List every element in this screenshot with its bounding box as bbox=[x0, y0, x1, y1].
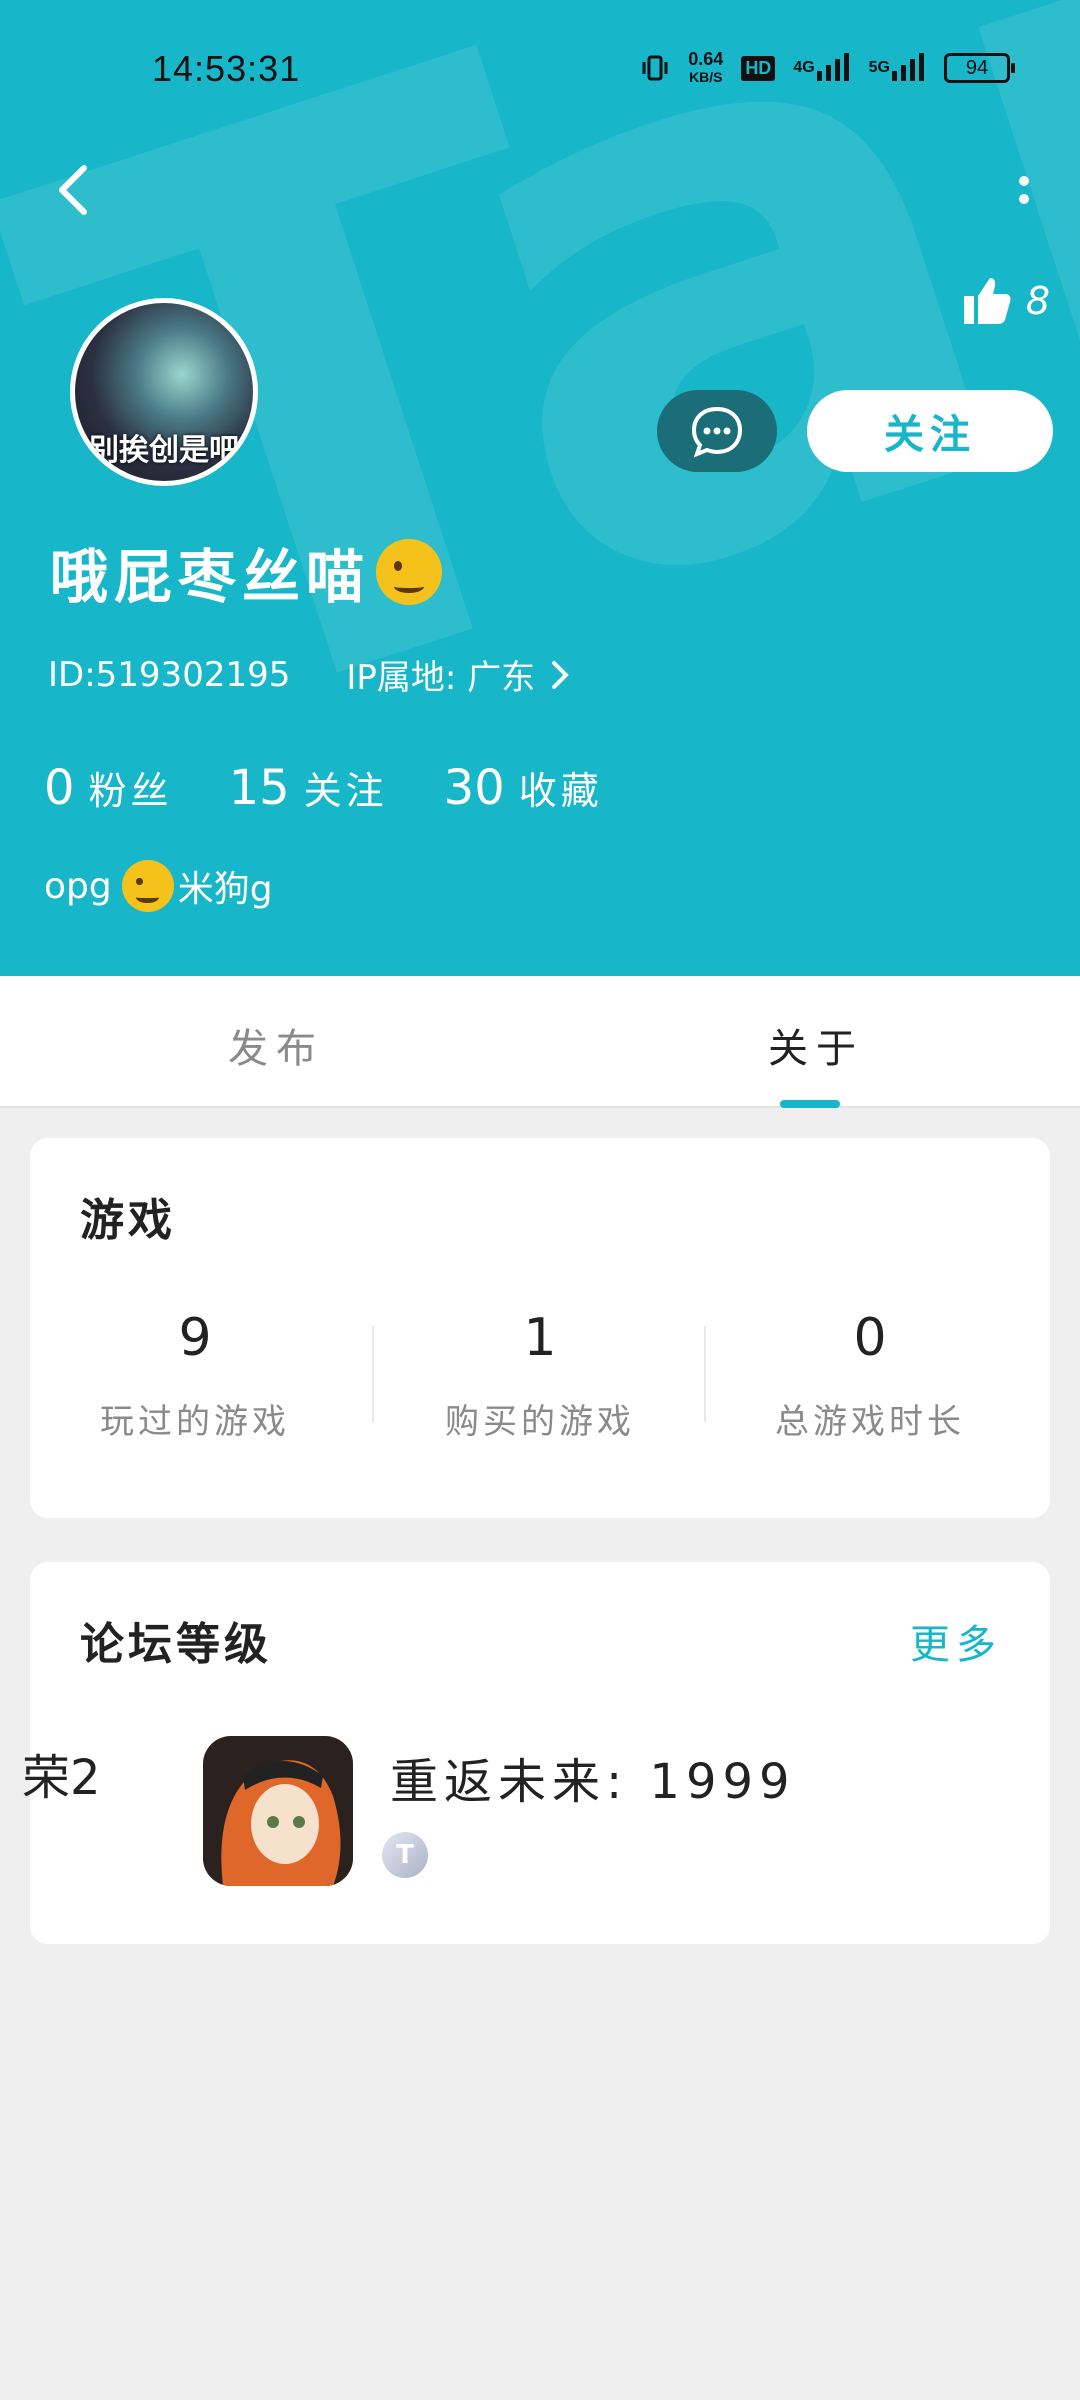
signal-4g-label: 4G bbox=[793, 59, 815, 76]
signal-5g-icon: 5G bbox=[869, 53, 926, 83]
favorites-label: 收藏 bbox=[518, 769, 603, 813]
games-card-title: 游戏 bbox=[80, 1195, 176, 1246]
total-playtime-stat[interactable]: 0 总游戏时长 bbox=[705, 1308, 1035, 1443]
battery-icon: 94 bbox=[944, 53, 1015, 83]
status-time: 14:53:31 bbox=[152, 48, 301, 89]
followers-stat[interactable]: 0 粉丝 bbox=[44, 760, 173, 816]
more-dot bbox=[1019, 194, 1029, 204]
total-playtime-label: 总游戏时长 bbox=[775, 1402, 965, 1442]
avatar-caption: 别挨创是吧 bbox=[89, 433, 239, 468]
hd-icon: HD bbox=[741, 55, 776, 81]
forum-level-card: 论坛等级 更多 荣2 重返未来: 1999 T bbox=[22, 1562, 1050, 1944]
winking-face-emoji-icon bbox=[121, 860, 174, 912]
following-count: 15 bbox=[228, 760, 290, 816]
back-button[interactable] bbox=[44, 160, 104, 220]
winking-face-emoji-icon bbox=[376, 539, 443, 605]
follow-button[interactable]: 关注 bbox=[807, 390, 1053, 472]
followers-label: 粉丝 bbox=[88, 769, 173, 813]
profile-tabs: 发布 关于 bbox=[0, 976, 1080, 1108]
likes-counter[interactable]: 8 bbox=[962, 276, 1050, 326]
following-label: 关注 bbox=[303, 769, 388, 813]
forum-more-link[interactable]: 更多 bbox=[910, 1612, 1002, 1670]
status-icons: 0.64 KB/S HD 4G 5G 94 bbox=[640, 50, 1015, 86]
purchased-games-stat[interactable]: 1 购买的游戏 bbox=[375, 1308, 705, 1443]
purchased-games-label: 购买的游戏 bbox=[445, 1402, 635, 1442]
network-speed-value: 0.64 bbox=[688, 49, 724, 69]
likes-count: 8 bbox=[1025, 279, 1050, 323]
profile-name: 哦屁枣丝喵 bbox=[50, 530, 443, 614]
profile-bio: opg 米狗g bbox=[44, 860, 273, 912]
status-bar: 14:53:31 0.64 KB/S HD 4G 5G 94 bbox=[0, 0, 1080, 140]
purchased-games-value: 1 bbox=[523, 1308, 557, 1368]
following-stat[interactable]: 15 关注 bbox=[229, 760, 388, 816]
stat-divider bbox=[372, 1326, 374, 1422]
active-tab-indicator bbox=[780, 1100, 840, 1108]
chevron-right-icon bbox=[552, 660, 569, 689]
profile-stats: 0 粉丝 15 关注 30 收藏 bbox=[44, 760, 603, 816]
games-card: 游戏 9 玩过的游戏 1 购买的游戏 0 总游戏时长 bbox=[30, 1138, 1050, 1518]
bio-suffix: 米狗g bbox=[177, 869, 273, 910]
profile-header: TapTap 14:53:31 0.64 KB/S HD 4G 5G 94 8 … bbox=[0, 0, 1080, 976]
game-app-icon[interactable] bbox=[203, 1736, 353, 1886]
user-id: ID:519302195 bbox=[48, 654, 291, 695]
network-speed-unit: KB/S bbox=[689, 69, 723, 85]
game-name[interactable]: 重返未来: 1999 bbox=[390, 1742, 796, 1812]
signal-4g-icon: 4G bbox=[793, 53, 850, 83]
ip-location-text: IP属地: 广东 bbox=[346, 658, 536, 698]
forum-card-title: 论坛等级 bbox=[80, 1619, 272, 1670]
forum-level-badge-icon: T bbox=[382, 1832, 428, 1878]
network-speed: 0.64 KB/S bbox=[688, 50, 723, 86]
thumbs-up-icon bbox=[963, 278, 1011, 324]
played-games-value: 9 bbox=[178, 1308, 212, 1368]
more-options-button[interactable] bbox=[1004, 160, 1044, 220]
vibrate-icon bbox=[640, 53, 670, 83]
chat-bubble-icon bbox=[691, 406, 743, 458]
ip-location[interactable]: IP属地: 广东 bbox=[346, 650, 569, 699]
forum-level-label: 荣2 bbox=[22, 1750, 101, 1806]
profile-name-text: 哦屁枣丝喵 bbox=[50, 543, 371, 611]
battery-level: 94 bbox=[965, 56, 989, 79]
tab-publish[interactable]: 发布 bbox=[228, 1016, 324, 1074]
tab-about[interactable]: 关于 bbox=[768, 1016, 864, 1074]
bio-prefix: opg bbox=[44, 865, 112, 907]
signal-5g-label: 5G bbox=[868, 59, 890, 76]
followers-count: 0 bbox=[44, 760, 75, 816]
chevron-left-icon bbox=[59, 165, 87, 215]
profile-meta: ID:519302195 IP属地: 广东 bbox=[48, 650, 569, 699]
message-button[interactable] bbox=[657, 390, 777, 472]
favorites-stat[interactable]: 30 收藏 bbox=[444, 760, 603, 816]
more-dot bbox=[1019, 176, 1029, 186]
favorites-count: 30 bbox=[443, 760, 505, 816]
played-games-label: 玩过的游戏 bbox=[100, 1402, 290, 1442]
played-games-stat[interactable]: 9 玩过的游戏 bbox=[30, 1308, 360, 1443]
avatar[interactable]: 别挨创是吧 bbox=[70, 298, 258, 486]
game-character-icon bbox=[203, 1736, 353, 1886]
total-playtime-value: 0 bbox=[853, 1308, 887, 1368]
